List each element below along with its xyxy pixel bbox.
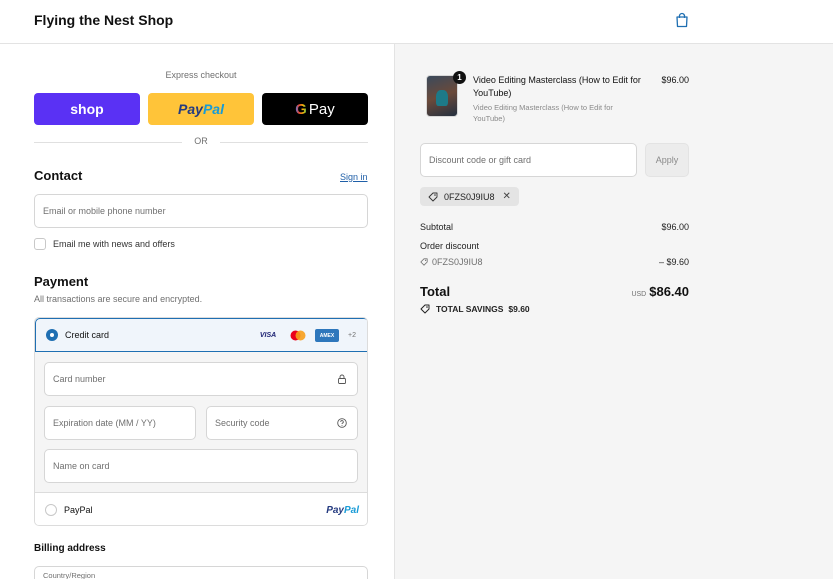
applied-discount-code: 0FZS0J9IU8 xyxy=(444,191,495,202)
divider-line-right xyxy=(220,142,368,143)
applied-discount-chip: 0FZS0J9IU8 ✕ xyxy=(420,187,519,206)
product-thumbnail xyxy=(426,75,458,117)
tag-icon xyxy=(428,192,438,201)
paypal-logo-pal: Pal xyxy=(343,505,359,516)
product-price: $96.00 xyxy=(661,75,689,85)
security-code-placeholder: Security code xyxy=(215,418,270,428)
order-summary: 1 Video Editing Masterclass (How to Edit… xyxy=(395,44,833,579)
discount-code-row: 0FZS0J9IU8 – $9.60 xyxy=(420,257,689,267)
total-savings: TOTAL SAVINGS $9.60 xyxy=(420,304,530,314)
subtotal-label: Subtotal xyxy=(420,222,454,232)
mastercard-icon xyxy=(290,330,306,341)
shopping-bag-icon[interactable] xyxy=(674,12,690,28)
name-on-card-placeholder: Name on card xyxy=(53,461,110,471)
more-cards-badge: +2 xyxy=(348,332,356,339)
country-region-select[interactable]: Country/Region xyxy=(34,566,368,579)
expiration-date-placeholder: Expiration date (MM / YY) xyxy=(53,418,156,428)
apply-button[interactable]: Apply xyxy=(645,143,689,177)
discount-placeholder: Discount code or gift card xyxy=(429,155,532,165)
email-placeholder: Email or mobile phone number xyxy=(43,206,166,216)
contact-title: Contact xyxy=(34,168,83,183)
credit-card-form: Card number Expiration date (MM / YY) Se… xyxy=(35,352,367,492)
lock-icon xyxy=(338,374,346,384)
card-number-field[interactable]: Card number xyxy=(44,362,358,396)
name-on-card-field[interactable]: Name on card xyxy=(44,449,358,483)
tag-icon xyxy=(420,258,428,266)
paypal-radio[interactable] xyxy=(45,504,57,516)
currency-code: USD xyxy=(631,291,647,298)
paypal-pay-text: Pay xyxy=(178,101,203,117)
email-field[interactable]: Email or mobile phone number xyxy=(34,194,368,228)
payment-subtitle: All transactions are secure and encrypte… xyxy=(34,294,203,304)
discount-code-text: 0FZS0J9IU8 xyxy=(432,257,483,267)
card-number-placeholder: Card number xyxy=(53,374,106,384)
billing-address-title: Billing address xyxy=(34,543,106,554)
google-pay-button[interactable]: G Pay xyxy=(262,93,368,125)
google-pay-label: Pay xyxy=(308,100,335,118)
credit-card-radio[interactable] xyxy=(46,329,58,341)
savings-label: TOTAL SAVINGS xyxy=(436,304,504,314)
expiration-date-field[interactable]: Expiration date (MM / YY) xyxy=(44,406,196,440)
payment-title: Payment xyxy=(34,274,89,289)
paypal-express-button[interactable]: Pay Pal xyxy=(148,93,254,125)
newsletter-option[interactable]: Email me with news and offers xyxy=(34,238,175,250)
newsletter-checkbox[interactable] xyxy=(34,238,46,250)
google-g-icon: G xyxy=(295,100,307,118)
savings-value: $9.60 xyxy=(508,304,530,314)
credit-card-label: Credit card xyxy=(65,330,110,340)
total-amount: $86.40 xyxy=(649,284,689,299)
or-label: OR xyxy=(194,136,208,146)
shop-pay-button[interactable]: shop xyxy=(34,93,140,125)
country-region-label: Country/Region xyxy=(43,571,96,579)
payment-methods: Credit card VISA AMEX +2 Card number Exp… xyxy=(34,317,368,526)
discount-code-line: 0FZS0J9IU8 xyxy=(420,257,689,267)
paypal-logo-icon: PayPal xyxy=(326,505,359,516)
visa-icon: VISA xyxy=(259,332,277,339)
credit-card-option[interactable]: Credit card VISA AMEX +2 xyxy=(35,318,367,352)
shop-pay-label: shop xyxy=(70,101,104,117)
paypal-logo-pay: Pay xyxy=(326,505,344,516)
paypal-pal-text: Pal xyxy=(202,101,224,117)
sign-in-link[interactable]: Sign in xyxy=(340,172,368,182)
express-checkout-label: Express checkout xyxy=(165,70,237,80)
subtotal-value: $96.00 xyxy=(661,222,689,232)
help-icon[interactable] xyxy=(337,418,347,428)
discount-value: – $9.60 xyxy=(658,257,689,267)
or-divider: OR xyxy=(34,136,368,148)
remove-discount-icon[interactable]: ✕ xyxy=(503,191,511,202)
security-code-field[interactable]: Security code xyxy=(206,406,358,440)
header: Flying the Nest Shop xyxy=(0,0,833,44)
paypal-label: PayPal xyxy=(64,505,93,515)
discount-code-input[interactable]: Discount code or gift card xyxy=(420,143,637,177)
order-discount-row: Order discount xyxy=(420,241,689,251)
product-variant: Video Editing Masterclass (How to Edit f… xyxy=(473,103,613,123)
order-discount-label: Order discount xyxy=(420,241,480,251)
paypal-option[interactable]: PayPal PayPal xyxy=(35,492,367,525)
subtotal-row: Subtotal $96.00 xyxy=(420,222,689,232)
quantity-badge: 1 xyxy=(453,71,466,84)
shop-name[interactable]: Flying the Nest Shop xyxy=(34,12,173,28)
amex-icon: AMEX xyxy=(315,329,339,342)
total-value: USD $86.40 xyxy=(625,284,689,299)
newsletter-label: Email me with news and offers xyxy=(53,239,175,249)
total-label: Total xyxy=(420,284,451,299)
checkout-form: Express checkout shop Pay Pal G Pay OR Con… xyxy=(0,44,395,579)
tag-icon xyxy=(420,304,430,314)
